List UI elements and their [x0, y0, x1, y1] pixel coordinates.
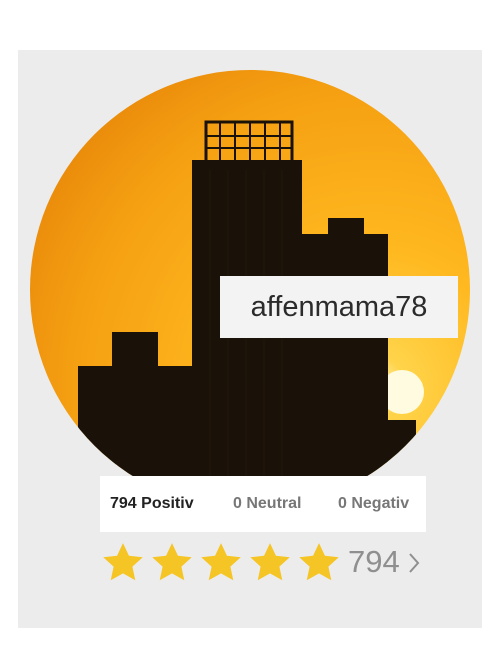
username-label-box[interactable]: affenmama78: [220, 276, 458, 338]
neutral-count[interactable]: 0 Neutral: [233, 495, 301, 513]
negative-count[interactable]: 0 Negativ: [338, 495, 409, 513]
feedback-summary: 794 Positiv 0 Neutral 0 Negativ: [100, 476, 426, 532]
star-icon: [100, 540, 146, 586]
star-icon: [149, 540, 195, 586]
star-icon: [247, 540, 293, 586]
positive-count[interactable]: 794 Positiv: [110, 495, 194, 513]
star-icon: [296, 540, 342, 586]
star-rating[interactable]: 794: [100, 538, 440, 590]
username[interactable]: affenmama78: [251, 291, 428, 324]
rating-count[interactable]: 794: [348, 544, 400, 580]
star-icon: [198, 540, 244, 586]
chevron-right-icon[interactable]: [407, 551, 421, 575]
